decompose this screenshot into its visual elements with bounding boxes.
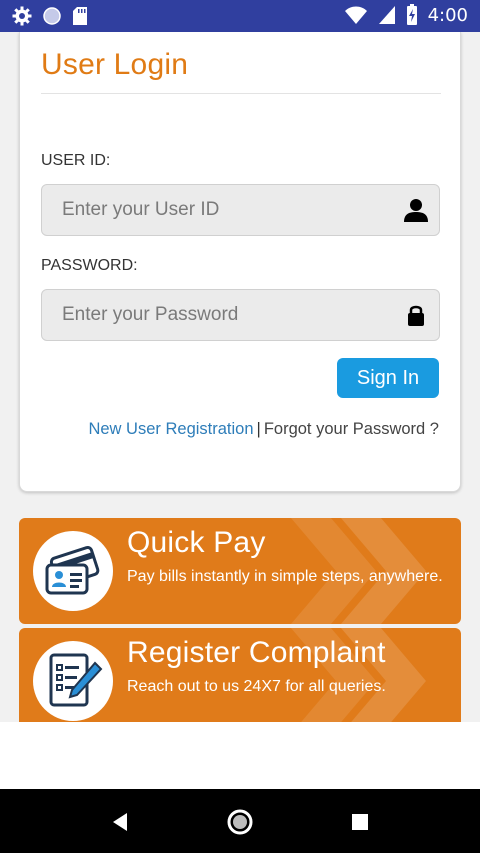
gear-icon xyxy=(12,6,32,26)
password-label: PASSWORD: xyxy=(41,257,138,274)
status-bar: 4:00 xyxy=(0,0,480,32)
circle-icon xyxy=(43,7,61,25)
home-icon[interactable] xyxy=(225,807,255,837)
navigation-bar xyxy=(0,789,480,853)
checklist-pen-icon xyxy=(49,653,103,707)
wifi-icon xyxy=(344,6,367,24)
user-id-field-container xyxy=(41,184,440,236)
back-icon[interactable] xyxy=(105,807,135,837)
app-content: User Login USER ID: PASSWORD: Sign In Ne… xyxy=(0,32,480,722)
battery-icon xyxy=(406,4,417,25)
register-complaint-card[interactable]: Register Complaint Reach out to us 24X7 … xyxy=(19,628,461,722)
new-user-registration-link[interactable]: New User Registration xyxy=(88,420,253,438)
status-time: 4:00 xyxy=(427,4,468,26)
title-divider xyxy=(41,93,441,94)
user-id-label: USER ID: xyxy=(41,152,111,169)
register-complaint-icon-badge xyxy=(33,641,113,721)
quick-pay-title: Quick Pay xyxy=(127,526,266,559)
recents-icon[interactable] xyxy=(345,807,375,837)
page-title: User Login xyxy=(41,48,189,81)
link-separator: | xyxy=(256,420,261,438)
register-complaint-title: Register Complaint xyxy=(127,636,386,669)
login-card: User Login USER ID: PASSWORD: Sign In Ne… xyxy=(19,32,461,492)
quick-pay-description: Pay bills instantly in simple steps, any… xyxy=(127,568,443,585)
password-field-container xyxy=(41,289,440,341)
lock-icon xyxy=(408,305,424,326)
quick-pay-card[interactable]: Quick Pay Pay bills instantly in simple … xyxy=(19,518,461,624)
forgot-password-link[interactable]: Forgot your Password ? xyxy=(264,420,439,438)
user-icon xyxy=(404,199,428,222)
sd-card-icon xyxy=(73,7,87,25)
card-payment-icon xyxy=(45,546,100,595)
password-input[interactable] xyxy=(42,290,382,340)
register-complaint-description: Reach out to us 24X7 for all queries. xyxy=(127,678,386,695)
signal-icon xyxy=(378,6,395,24)
quick-pay-icon-badge xyxy=(33,531,113,611)
sign-in-button[interactable]: Sign In xyxy=(337,358,439,398)
account-links: New User Registration | Forgot your Passwo… xyxy=(88,420,439,439)
user-id-input[interactable] xyxy=(42,185,382,235)
